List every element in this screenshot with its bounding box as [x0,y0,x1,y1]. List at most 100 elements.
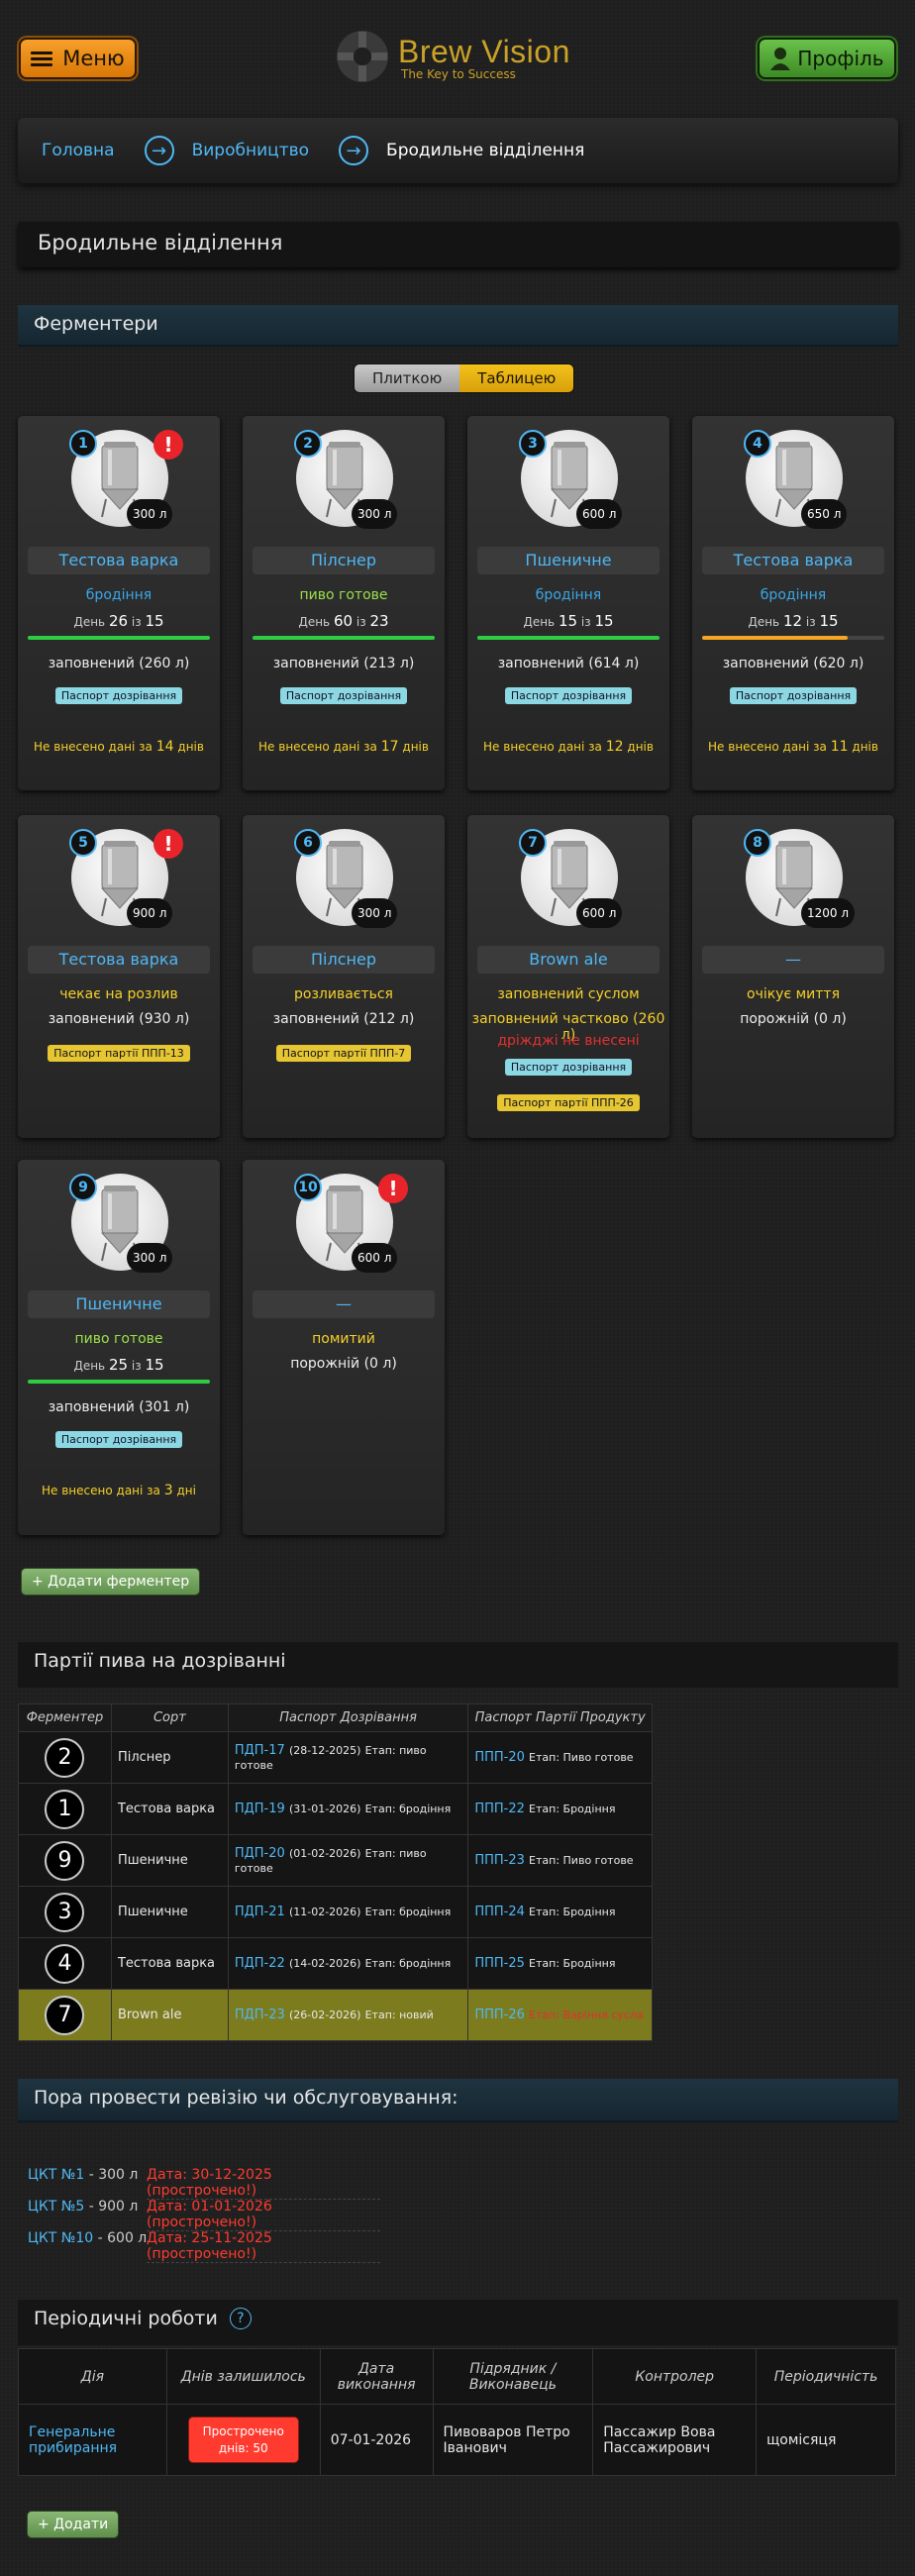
fermenter-number-badge[interactable]: 3 [45,1892,85,1932]
fermenter-card[interactable]: 7 600 л Brown ale заповнений суслом заповнен… [467,815,669,1138]
note-suffix: дні [176,1484,196,1497]
action-link[interactable]: Генеральне прибирання [29,2424,117,2456]
fermenter-card[interactable]: 4 650 л Тестова варка бродіння День 12 із 15… [692,416,894,790]
maturation-passport-chip[interactable]: Паспорт дозрівання [54,687,183,704]
batch-passport-link[interactable]: ППП-20 [474,1750,525,1765]
table-row: 9 Пшеничне ПДП-20 (01-02-2026) Етап: пиво … [18,1834,653,1887]
maturation-passport-chip[interactable]: Паспорт дозрівання [504,687,633,704]
menu-button-label: Меню [62,47,125,70]
capacity-badge: 300 л [127,1243,173,1273]
fermenter-number-badge[interactable]: 7 [45,1995,85,2035]
fill-level: заповнений (260 л) [48,656,190,671]
fermenter-card[interactable]: 1 300 л! Тестова варка бродіння День 26 із 1… [18,416,220,790]
fermenter-card[interactable]: 5 900 л! Тестова варка чекає на розлив запов… [18,815,220,1138]
fermenter-number-badge[interactable]: 2 [45,1737,85,1778]
fill-level: порожній (0 л) [740,1011,847,1027]
column-header: Періодичність [756,2348,896,2405]
note-days: 11 [830,739,849,755]
menu-button[interactable]: Меню [19,38,137,79]
table-row: 3 Пшеничне ПДП-21 (11-02-2026) Етап: броді… [18,1886,653,1938]
capacity-badge: 650 л [801,499,848,529]
progress-bar [28,636,210,640]
periodic-section-header: Періодичні роботи ? [18,2300,898,2345]
tank-link[interactable]: ЦКТ №10 [28,2230,93,2246]
alert-icon[interactable]: ! [153,829,183,859]
fermenter-number: 8 [744,829,771,857]
maturation-passport-link[interactable]: ПДП-23 [235,2008,285,2022]
alert-icon[interactable]: ! [378,1174,408,1203]
breadcrumb-home[interactable]: Головна [42,141,115,160]
day-total: 15 [819,612,839,630]
table-row: 4 Тестова варка ПДП-22 (14-02-2026) Етап: … [18,1937,653,1990]
maturation-passport-chip[interactable]: Паспорт дозрівання [279,687,408,704]
day-label: День [73,1359,106,1373]
fermenter-number: 4 [744,430,771,458]
fermenter-status: бродіння [85,587,152,603]
progress-bar [28,1380,210,1384]
revision-item: ЦКТ №1 - 300 л [28,2167,138,2183]
fermenters-section-header: Ферментери [18,305,898,347]
add-fermenter-button[interactable]: + Додати ферментер [22,1569,200,1595]
profile-button[interactable]: Профіль [758,38,896,79]
note-days: 17 [380,739,399,755]
chip-wrap: Паспорт дозрівання [243,687,445,704]
progress-bar [253,636,435,640]
maturation-passport-link[interactable]: ПДП-20 [235,1846,285,1861]
maturation-passport-link[interactable]: ПДП-17 [235,1743,285,1758]
overdue-badge: Прострочено днів: 50 [188,2417,298,2463]
user-icon [770,48,791,70]
beer-sort: Тестова варка [110,1937,229,1990]
revision-date: Дата: 01-01-2026 (прострочено!) [147,2199,380,2231]
maturation-passport-chip[interactable]: Паспорт дозрівання [504,1059,633,1076]
add-periodic-work-button[interactable]: + Додати [28,2512,119,2537]
fermenter-number-badge[interactable]: 9 [45,1840,85,1881]
chip-wrap: Паспорт дозрівання [467,687,669,704]
maturation-stage: Етап: бродіння [364,1803,452,1815]
view-tiles-button[interactable]: Плиткою [355,364,460,392]
batch-passport-chip[interactable]: Паспорт партії ППП-13 [48,1045,190,1062]
fermenter-number-badge[interactable]: 4 [45,1943,85,1984]
fermenter-card[interactable]: 3 600 л Пшеничне бродіння День 15 із 15 запов… [467,416,669,790]
view-table-button[interactable]: Таблицею [459,364,574,392]
chip-wrap: Паспорт партії ППП-13 [18,1045,220,1062]
chip-wrap: Паспорт дозрівання [18,687,220,704]
brand-logo[interactable]: Brew Vision The Key to Success [334,26,571,83]
maturation-passport-link[interactable]: ПДП-22 [235,1956,285,1971]
day-current: 60 [333,612,354,630]
revision-item: ЦКТ №5 - 900 л [28,2199,138,2215]
maturation-stage: Етап: новий [364,2009,434,2021]
progress-fill [253,636,435,640]
batch-passport-chip[interactable]: Паспорт партії ППП-26 [497,1094,640,1111]
alert-icon[interactable]: ! [153,430,183,460]
batch-passport-link[interactable]: ППП-25 [474,1956,525,1971]
fermenter-number-badge[interactable]: 1 [45,1789,85,1829]
fermenter-number: 6 [294,829,322,857]
fermenter-card[interactable]: 10 600 л! — помитий порожній (0 л) [243,1160,445,1535]
maturation-passport-chip[interactable]: Паспорт дозрівання [54,1431,183,1448]
profile-button-label: Профіль [797,47,884,70]
fermenter-card[interactable]: 8 1200 л — очікує миття порожній (0 л) [692,815,894,1138]
revision-date: Дата: 25-11-2025 (прострочено!) [147,2230,380,2263]
fermenter-card[interactable]: 6 300 л Пілснер розливається заповнений (212… [243,815,445,1138]
breadcrumb-production[interactable]: Виробництво [192,141,309,160]
fermenter-name: Тестова варка [702,547,884,574]
help-icon[interactable]: ? [229,2308,252,2329]
tank-link[interactable]: ЦКТ №1 [28,2167,84,2183]
batch-passport-link[interactable]: ППП-23 [474,1853,525,1868]
tank-link[interactable]: ЦКТ №5 [28,2199,84,2215]
progress-fill [28,636,210,640]
tank-volume: - 600 л [93,2230,148,2246]
contractor: Пивоваров Петро Іванович [432,2404,594,2476]
fermenter-card[interactable]: 2 300 л Пілснер пиво готове День 60 із 23 зап… [243,416,445,790]
batch-passport-link[interactable]: ППП-22 [474,1802,525,1816]
maturation-passport-link[interactable]: ПДП-21 [235,1905,285,1919]
maturation-passport-chip[interactable]: Паспорт дозрівання [729,687,858,704]
batch-passport-link[interactable]: ППП-24 [474,1905,525,1919]
maturation-passport-link[interactable]: ПДП-19 [235,1802,285,1816]
fermenter-card[interactable]: 9 300 л Пшеничне пиво готове День 25 із 15 за… [18,1160,220,1535]
breadcrumb-current: Бродильне відділення [386,141,585,160]
batch-stage: Етап: Бродіння [529,1957,616,1970]
batch-passport-link[interactable]: ППП-26 [474,2008,525,2022]
fermenter-number: 1 [69,430,97,458]
batch-passport-chip[interactable]: Паспорт партії ППП-7 [275,1045,412,1062]
